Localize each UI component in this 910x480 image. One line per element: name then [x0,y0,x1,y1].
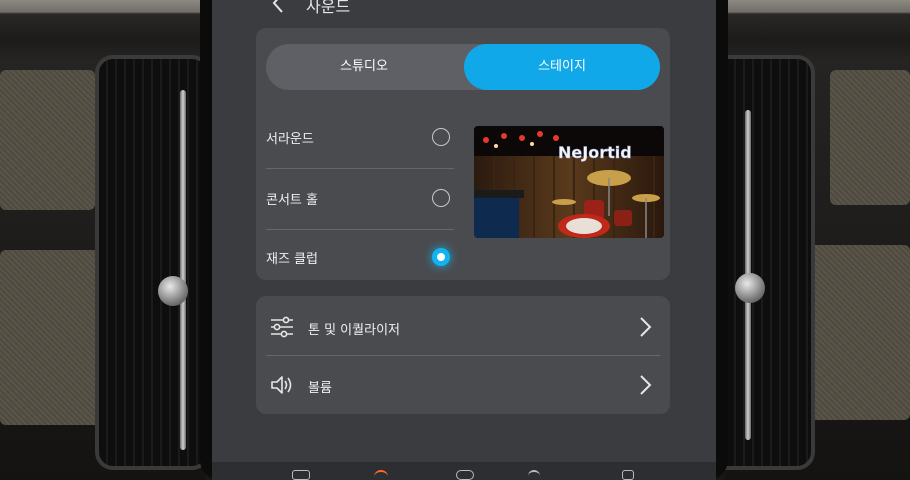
dash-fabric-panel [830,70,910,205]
climate-icon[interactable] [374,470,388,480]
mode-segmented-control: 스튜디오 스테이지 [266,44,660,90]
venue-option-jazz-club[interactable]: 재즈 클럽 [256,228,456,288]
page-title: 사운드 [306,0,351,16]
header-bar: 사운드 [212,0,716,28]
bottom-status-bar [212,462,716,480]
chevron-left-icon[interactable] [268,0,290,14]
vent-knob-right [735,273,765,303]
radio-button[interactable] [432,128,450,146]
vent-blade-left [180,90,186,450]
fan-icon[interactable] [456,470,474,480]
venue-label: 콘서트 홀 [266,193,318,208]
dash-fabric-panel [0,250,110,425]
sound-mode-panel: 스튜디오 스테이지 서라운드 콘서트 홀 재즈 클럽 NeJortid [256,28,670,280]
menu-item-label: 톤 및 이퀄라이저 [308,323,400,338]
infotainment-screen: 사운드 스튜디오 스테이지 서라운드 콘서트 홀 재즈 클럽 NeJortid … [212,0,716,480]
chevron-right-icon [640,317,652,337]
seat-heat-icon[interactable] [528,470,540,480]
menu-item-label: 볼륨 [308,381,332,396]
venue-label: 재즈 클럽 [266,252,318,267]
dash-fabric-panel [0,70,95,210]
venue-preview-image: NeJortid [474,126,664,238]
dash-fabric-panel [810,245,910,420]
venue-option-concert-hall[interactable]: 콘서트 홀 [256,169,456,229]
chevron-right-icon [640,375,652,395]
venue-option-surround[interactable]: 서라운드 [256,108,456,168]
radio-button[interactable] [432,189,450,207]
menu-item-volume[interactable]: 볼륨 [256,356,670,414]
radio-button-selected[interactable] [432,248,450,266]
equalizer-sliders-icon [271,316,293,338]
apps-icon[interactable] [622,470,634,480]
air-vent-left [95,55,210,470]
venue-label: 서라운드 [266,132,314,147]
speaker-volume-icon [271,376,292,394]
neon-sign-text: NeJortid [558,143,632,162]
home-icon[interactable] [292,470,310,480]
menu-item-tone-equalizer[interactable]: 톤 및 이퀄라이저 [256,298,670,356]
vent-knob-left [158,276,188,306]
sound-settings-menu: 톤 및 이퀄라이저 볼륨 [256,296,670,414]
mode-option-studio[interactable]: 스튜디오 [266,44,462,90]
mode-option-stage[interactable]: 스테이지 [464,44,660,90]
